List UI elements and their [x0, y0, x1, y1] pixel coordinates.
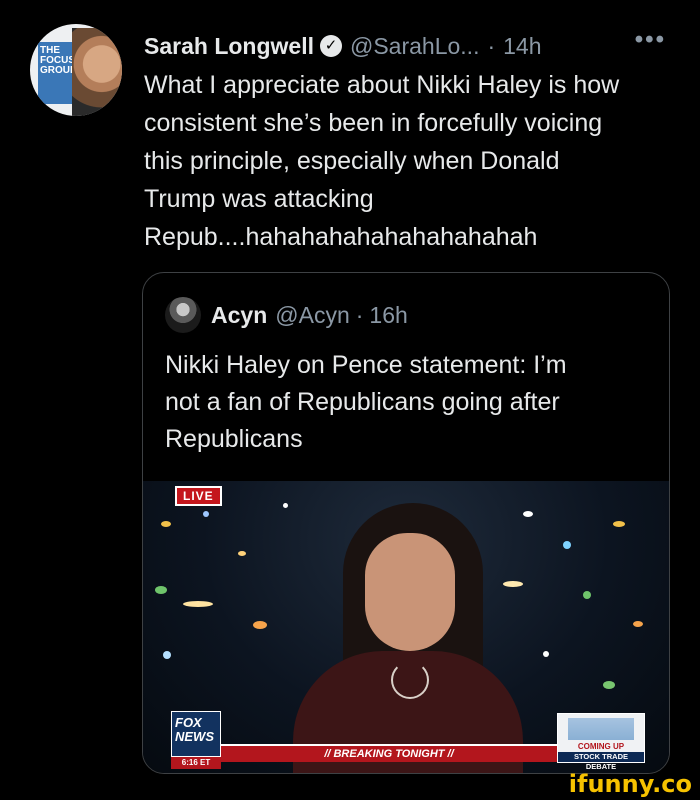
ifunny-watermark: ifunny.co [568, 770, 692, 798]
separator-dot: · [487, 32, 496, 59]
live-badge: LIVE [175, 486, 222, 506]
speaker-face [365, 533, 455, 651]
fox-news-logo: FOX NEWS [171, 711, 221, 757]
verified-badge-icon: ✓ [319, 35, 342, 57]
coming-up-panel: COMING UP STOCK TRADE DEBATE [557, 713, 645, 771]
tweet-timestamp[interactable]: 14h [503, 33, 541, 60]
coming-up-title: STOCK TRADE DEBATE [558, 752, 644, 771]
tweet-text: What I appreciate about Nikki Haley is h… [144, 71, 620, 251]
speaker-necklace [391, 661, 429, 699]
quoted-tweet-text: Nikki Haley on Pence statement: I’m not … [165, 351, 567, 453]
capitol-thumbnail [568, 718, 634, 740]
breaking-tonight-chyron: // BREAKING TONIGHT // [221, 744, 557, 762]
author-handle[interactable]: @SarahLo... [350, 33, 479, 60]
more-options-icon[interactable]: ••• [635, 26, 666, 54]
tweet[interactable]: THE FOCUS GROUP Sarah Longwell ✓ @SarahL… [0, 0, 700, 780]
quoted-tweet-timestamp[interactable]: 16h [369, 302, 407, 329]
video-thumbnail[interactable]: LIVE FOX NEWS // BREAKING TONIGHT // COM… [143, 481, 669, 773]
tweet-header: Sarah Longwell ✓ @SarahLo... · 14h ••• [144, 26, 684, 66]
quoted-tweet-header: Acyn @Acyn · 16h [165, 297, 408, 333]
avatar-book-cover: THE FOCUS GROUP [38, 42, 77, 104]
quoted-author-handle[interactable]: @Acyn [275, 302, 349, 329]
author-name[interactable]: Sarah Longwell [144, 33, 314, 60]
quoted-author-name[interactable]: Acyn [211, 302, 267, 329]
avatar-photo [72, 28, 122, 116]
author-avatar[interactable]: THE FOCUS GROUP [30, 24, 122, 116]
quoted-author-avatar[interactable] [165, 297, 201, 333]
quoted-tweet[interactable]: Acyn @Acyn · 16h Nikki Haley on Pence st… [142, 272, 670, 774]
broadcast-time: 6:16 ET [171, 757, 221, 769]
separator-dot: · [355, 301, 364, 328]
coming-up-label: COMING UP [577, 742, 625, 751]
